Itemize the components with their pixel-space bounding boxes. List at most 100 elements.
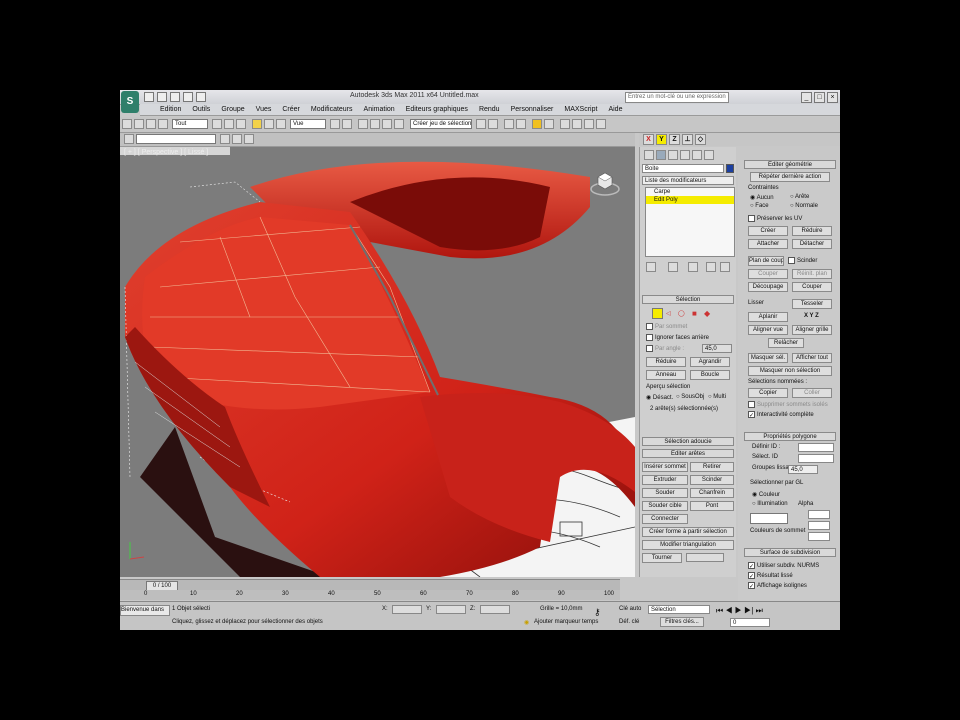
turn-field[interactable] [686, 553, 724, 562]
modify-tab-icon[interactable] [656, 150, 666, 160]
reset-plane-button[interactable]: Réinit. plan [792, 269, 832, 279]
grid-align-button[interactable]: Aligner grille [792, 325, 832, 335]
render-setup-icon[interactable] [572, 119, 582, 129]
edit-geometry-rollout[interactable]: Editer géométrie [744, 160, 836, 169]
extrude-button[interactable]: Extruder [642, 475, 688, 485]
full-interactivity-checkbox[interactable]: ✓ Interactivité complète [748, 411, 814, 419]
selection-rollout-header[interactable]: Sélection [642, 295, 734, 304]
close-icon[interactable]: × [827, 92, 838, 103]
key-mode-dropdown[interactable]: Sélection [648, 605, 710, 614]
x-coord-field[interactable] [392, 605, 422, 614]
by-angle-checkbox[interactable]: Par angle : [646, 345, 684, 352]
split-button[interactable]: Scinder [690, 475, 734, 485]
material-editor-icon[interactable] [560, 119, 570, 129]
named-selection-dropdown[interactable]: Créer jeu de sélection [410, 119, 472, 129]
angle-snap-icon[interactable] [370, 119, 380, 129]
constraint-normal-radio[interactable]: ○ Normale [790, 203, 818, 209]
snap-icon[interactable] [358, 119, 368, 129]
create-tab-icon[interactable] [644, 150, 654, 160]
vertex-mode-icon[interactable] [652, 308, 663, 319]
open-file-icon[interactable] [157, 92, 167, 102]
preview-off-radio[interactable]: ◉ Désact. [646, 394, 673, 401]
add-time-tag-button[interactable]: Ajouter marqueur temps [534, 619, 598, 625]
delete-isolated-checkbox[interactable]: Supprimer sommets isolés [748, 401, 828, 408]
smooth-result-checkbox[interactable]: ✓ Résultat lissé [748, 572, 793, 580]
viewcube-icon[interactable] [590, 167, 620, 197]
y-coord-field[interactable] [436, 605, 466, 614]
scale-icon[interactable] [276, 119, 286, 129]
reference-coord-dropdown[interactable]: Vue [290, 119, 326, 129]
remove-modifier-icon[interactable] [706, 262, 716, 272]
unlink-icon[interactable] [158, 119, 168, 129]
axis-x-constraint[interactable]: X [643, 134, 654, 145]
utilities-tab-icon[interactable] [704, 150, 714, 160]
preview-subobj-radio[interactable]: ○ SousObj [676, 394, 704, 400]
isoline-display-checkbox[interactable]: ✓ Affichage isolignes [748, 582, 807, 590]
shrink-button[interactable]: Réduire [646, 357, 686, 367]
soft-selection-rollout[interactable]: Sélection adoucie [642, 437, 734, 446]
search-input[interactable]: Entrez un mot-clé ou une expression [625, 92, 729, 103]
key-filters-button[interactable]: Filtres clés... [660, 617, 704, 627]
menu-item-4[interactable]: Créer [282, 104, 300, 115]
hide-selected-button[interactable]: Masquer sél. [748, 353, 788, 363]
angle-spinner[interactable]: 45,0 [702, 344, 732, 353]
constraint-edge-radio[interactable]: ○ Arête [790, 194, 809, 200]
copy-button[interactable]: Copier [748, 388, 788, 398]
rotate-icon[interactable] [264, 119, 274, 129]
object-color-swatch[interactable] [726, 164, 734, 173]
color-radio[interactable]: ◉ Couleur [752, 491, 780, 498]
border-mode-icon[interactable]: ◯ [678, 310, 685, 317]
time-slider[interactable]: 0 / 100 [120, 579, 620, 591]
alpha-field-r[interactable] [808, 510, 830, 519]
loop-button[interactable]: Boucle [690, 370, 730, 380]
selection-filter-dropdown[interactable]: Tout [172, 119, 208, 129]
alpha-field-b[interactable] [808, 532, 830, 541]
use-nurms-checkbox[interactable]: ✓ Utiliser subdiv. NURMS [748, 562, 819, 570]
by-vertex-checkbox[interactable]: Par sommet [646, 323, 687, 330]
render-frame-icon[interactable] [584, 119, 594, 129]
show-end-result-icon[interactable] [668, 262, 678, 272]
autokey-button[interactable]: Clé auto [619, 606, 641, 612]
layer-set-icon[interactable] [244, 134, 254, 144]
select-object-icon[interactable] [212, 119, 222, 129]
hide-unselected-button[interactable]: Masquer non sélection [748, 366, 832, 376]
menu-item-6[interactable]: Animation [364, 104, 395, 115]
make-planar-button[interactable]: Aplanir [748, 312, 788, 322]
create-shape-button[interactable]: Créer forme à partir sélection [642, 527, 734, 537]
pin-stack-icon[interactable] [646, 262, 656, 272]
undo-button-icon[interactable] [122, 119, 132, 129]
menu-item-8[interactable]: Rendu [479, 104, 500, 115]
split-checkbox[interactable]: Scinder [788, 257, 817, 264]
link-icon[interactable] [146, 119, 156, 129]
motion-tab-icon[interactable] [680, 150, 690, 160]
schematic-icon[interactable] [544, 119, 554, 129]
material-id-field[interactable] [798, 443, 834, 452]
polygon-mode-icon[interactable]: ■ [692, 309, 697, 318]
constraint-face-radio[interactable]: ○ Face [750, 203, 769, 209]
axis-plane-icon[interactable]: ◇ [695, 134, 706, 145]
edit-edges-rollout[interactable]: Editer arêtes [642, 449, 734, 458]
axis-z-constraint[interactable]: Z [669, 134, 680, 145]
configure-sets-icon[interactable] [720, 262, 730, 272]
connect-button[interactable]: Connecter [642, 514, 688, 524]
current-frame-field[interactable]: 0 [730, 618, 770, 627]
vertex-color-swatch[interactable] [750, 513, 788, 524]
collapse-button[interactable]: Réduire [792, 226, 832, 236]
layer-dropdown[interactable] [136, 134, 216, 144]
move-icon[interactable] [252, 119, 262, 129]
auto-smooth-field[interactable]: 45,0 [788, 465, 818, 474]
maximize-icon[interactable]: □ [814, 92, 825, 103]
edit-triangulation-button[interactable]: Modifier triangulation [642, 540, 734, 550]
make-unique-icon[interactable] [688, 262, 698, 272]
time-tag-icon[interactable]: ◉ [524, 619, 529, 626]
redo-icon[interactable] [196, 92, 206, 102]
bridge-button[interactable]: Pont [690, 501, 734, 511]
layer-manager-icon[interactable] [504, 119, 514, 129]
insert-vertex-button[interactable]: Insérer sommet [642, 462, 688, 472]
menu-item-5[interactable]: Modificateurs [311, 104, 353, 115]
pivot-icon[interactable] [330, 119, 340, 129]
menu-item-10[interactable]: MAXScript [564, 104, 597, 115]
unhide-all-button[interactable]: Afficher tout [792, 353, 832, 363]
save-file-icon[interactable] [170, 92, 180, 102]
stack-item[interactable]: Carpe [646, 188, 734, 196]
